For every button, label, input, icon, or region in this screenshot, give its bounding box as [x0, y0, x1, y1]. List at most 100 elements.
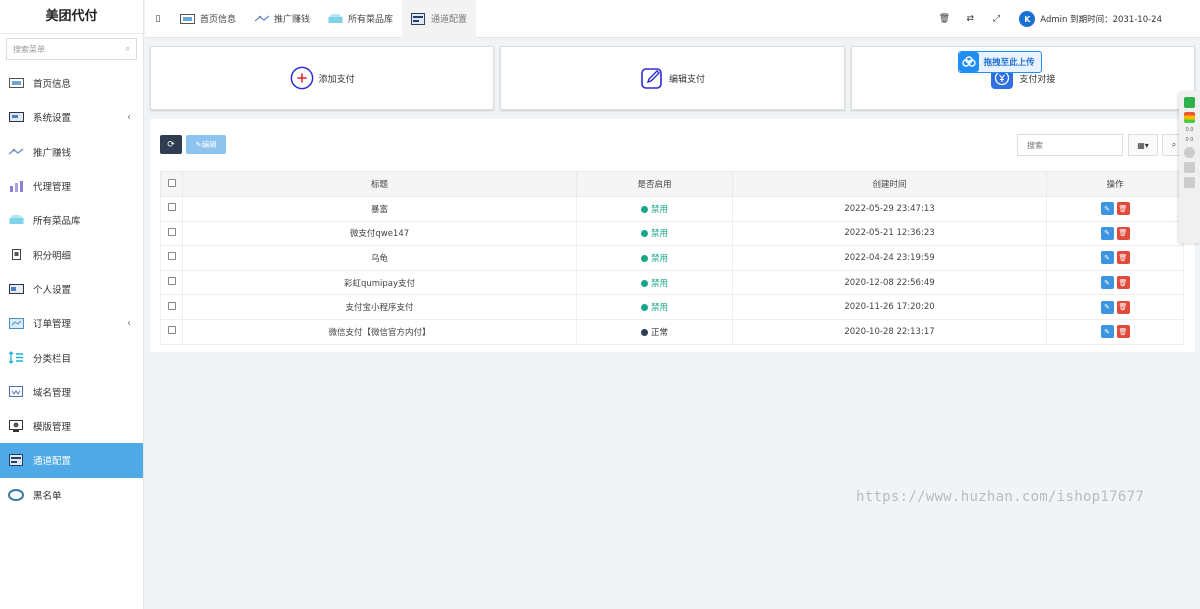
profile-icon [8, 283, 24, 295]
row-status[interactable]: 正常 [576, 318, 733, 345]
row-title: 微信支付【微信官方内付】 [182, 318, 577, 345]
row-edit-button[interactable]: ✎ [1100, 251, 1114, 265]
row-delete-button[interactable]: 🗑 [1116, 226, 1130, 240]
row-checkbox[interactable] [167, 326, 176, 335]
rocket-icon[interactable] [1184, 147, 1195, 158]
row-delete-button[interactable]: 🗑 [1116, 325, 1130, 339]
row-actions: ✎ 🗑 [1046, 220, 1184, 247]
dishes-icon [8, 214, 24, 226]
edit-payment-card[interactable]: 编辑支付 [500, 46, 845, 110]
row-edit-button[interactable]: ✎ [1100, 276, 1114, 290]
row-edit-button[interactable]: ✎ [1100, 202, 1114, 216]
table-header-row: 标题 是否启用 创建时间 操作 [160, 171, 1184, 197]
home-monitor-icon [8, 77, 24, 89]
table-row[interactable]: 乌龟 禁用 2022-04-24 23:19:59 ✎ 🗑 [160, 245, 1184, 271]
sidebar-item-label: 系统设置 [33, 113, 72, 125]
menu-search-input[interactable]: 搜索菜单 ⌕ [6, 38, 137, 60]
table-search-input[interactable] [1017, 134, 1123, 156]
refresh-button[interactable]: ⟳ [160, 135, 182, 154]
sidebar-item-label: 黑名单 [33, 490, 62, 502]
row-checkbox[interactable] [167, 301, 176, 310]
row-edit-button[interactable]: ✎ [1100, 226, 1114, 240]
note-icon[interactable] [1184, 162, 1195, 173]
row-checkbox[interactable] [167, 277, 176, 286]
tab-0[interactable]: 首页信息 [171, 0, 245, 38]
sidebar-item-5[interactable]: 积分明细 [0, 237, 143, 271]
sidebar-item-10[interactable]: 模版管理 [0, 409, 143, 443]
row-delete-button[interactable]: 🗑 [1116, 276, 1130, 290]
col-created[interactable]: 创建时间 [732, 171, 1047, 197]
status-badge: 禁用 [650, 303, 668, 314]
row-checkbox[interactable] [167, 252, 176, 261]
user-menu[interactable]: K Admin 到期时间：2031-10-24 [1009, 11, 1200, 27]
status-dot-icon [640, 279, 648, 287]
sidebar-item-3[interactable]: 代理管理 [0, 169, 143, 203]
edit-button[interactable]: ✎ 编辑 [186, 135, 226, 154]
orders-icon [8, 317, 24, 329]
sidebar-item-11[interactable]: 通道配置 [0, 443, 143, 478]
tab-1[interactable]: 推广赚钱 [245, 0, 319, 38]
col-title[interactable]: 标题 [182, 171, 577, 197]
row-actions: ✎ 🗑 [1046, 318, 1184, 345]
sidebar-item-label: 域名管理 [33, 387, 72, 399]
sidebar-item-9[interactable]: 域名管理 [0, 375, 143, 409]
sidebar-item-label: 代理管理 [33, 182, 72, 194]
edit-square-icon [640, 66, 664, 90]
speed-readout-2: 0.0 [1185, 137, 1194, 143]
traffic-light-icon[interactable] [1184, 112, 1195, 123]
row-status[interactable]: 禁用 [576, 220, 733, 247]
sidebar-item-label: 通道配置 [33, 456, 72, 468]
status-badge: 禁用 [650, 278, 668, 289]
sidebar-toggle-icon[interactable]: ▯ [145, 14, 171, 24]
menu-search-placeholder: 搜索菜单 [13, 44, 45, 54]
tab-2[interactable]: 所有菜品库 [319, 0, 402, 38]
table-row[interactable]: 支付宝小程序支付 禁用 2020-11-26 17:20:20 ✎ 🗑 [160, 294, 1184, 320]
search-icon: ⌕ [125, 44, 130, 53]
row-title: 乌龟 [182, 245, 577, 271]
sidebar-item-0[interactable]: 首页信息 [0, 66, 143, 100]
floating-toolbar: 0.0 0.0 [1179, 91, 1200, 243]
row-checkbox[interactable] [167, 203, 176, 212]
tab-3[interactable]: 通道配置 [402, 0, 477, 38]
row-status[interactable]: 禁用 [576, 269, 733, 296]
row-delete-button[interactable]: 🗑 [1116, 202, 1130, 216]
trash-icon[interactable]: 🗑 [931, 14, 957, 24]
add-payment-card[interactable]: 添加支付 [150, 46, 495, 110]
row-select-cell [160, 220, 183, 247]
sidebar-item-2[interactable]: 推广赚钱 [0, 135, 143, 169]
row-status[interactable]: 禁用 [576, 245, 733, 271]
row-actions: ✎ 🗑 [1046, 196, 1184, 222]
fullscreen-icon[interactable]: ⤢ [983, 14, 1009, 24]
row-title: 支付宝小程序支付 [182, 294, 577, 320]
payment-connect-card[interactable]: 拖拽至此上传 支付对接 [850, 46, 1195, 110]
check-shield-icon[interactable] [1184, 97, 1195, 108]
chevron-left-icon: ‹ [127, 317, 131, 329]
channel-table: 标题 是否启用 创建时间 操作 暴富 禁用 2022-05-29 23:47:13 ✎… [160, 171, 1184, 345]
sidebar-item-7[interactable]: 订单管理 ‹ [0, 306, 143, 340]
row-status[interactable]: 禁用 [576, 196, 733, 222]
row-delete-button[interactable]: 🗑 [1116, 251, 1130, 265]
row-delete-button[interactable]: 🗑 [1116, 300, 1130, 314]
row-edit-button[interactable]: ✎ [1100, 300, 1114, 314]
row-title: 暴富 [182, 196, 577, 222]
sidebar-item-12[interactable]: 黑名单 [0, 478, 143, 512]
translate-icon[interactable]: ⇄ [957, 14, 983, 24]
sidebar-item-8[interactable]: 分类栏目 [0, 340, 143, 374]
row-status[interactable]: 禁用 [576, 294, 733, 320]
table-row[interactable]: 微支付qwe147 禁用 2022-05-21 12:36:23 ✎ 🗑 [160, 220, 1184, 247]
brand-title: 美团代付 [0, 0, 143, 34]
table-row[interactable]: 微信支付【微信官方内付】 正常 2020-10-28 22:13:17 ✎ 🗑 [160, 318, 1184, 345]
sidebar-item-4[interactable]: 所有菜品库 [0, 203, 143, 237]
columns-toggle-button[interactable]: ▦▾ [1128, 134, 1158, 156]
table-row[interactable]: 暴富 禁用 2022-05-29 23:47:13 ✎ 🗑 [160, 196, 1184, 222]
camera-icon[interactable] [1184, 177, 1195, 188]
row-checkbox[interactable] [167, 227, 176, 236]
table-row[interactable]: 彩虹qumipay支付 禁用 2020-12-08 22:56:49 ✎ 🗑 [160, 269, 1184, 296]
upload-tip-button[interactable]: 拖拽至此上传 [957, 51, 1042, 73]
col-enabled[interactable]: 是否启用 [576, 171, 733, 197]
sidebar-item-1[interactable]: 系统设置 ‹ [0, 100, 143, 134]
sidebar-item-6[interactable]: 个人设置 [0, 272, 143, 306]
row-edit-button[interactable]: ✎ [1100, 325, 1114, 339]
select-all-checkbox[interactable] [167, 178, 176, 187]
row-created: 2022-05-29 23:47:13 [732, 196, 1047, 222]
